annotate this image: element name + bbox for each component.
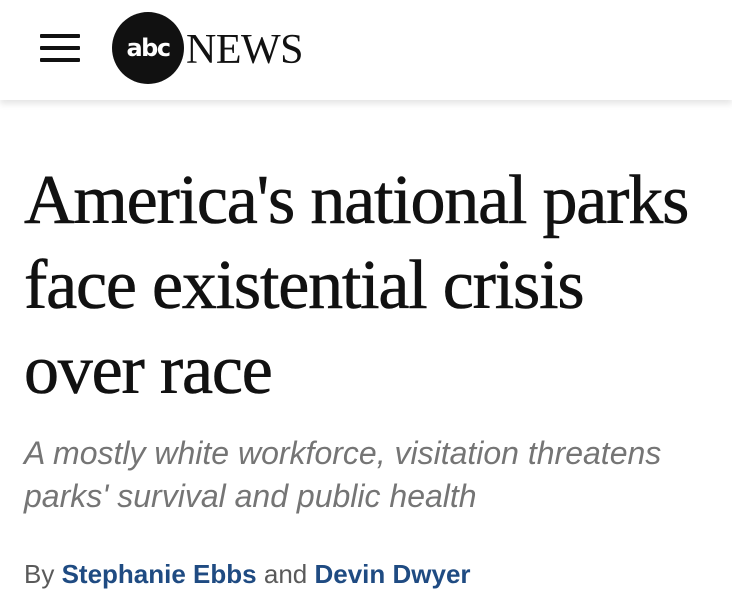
author-link-devin-dwyer[interactable]: Devin Dwyer (314, 559, 470, 589)
article-headline: America's national parks face existentia… (24, 162, 690, 410)
article-subheadline: A mostly white workforce, visitation thr… (24, 435, 662, 514)
hamburger-menu-icon[interactable] (40, 32, 80, 64)
byline-prefix: By (24, 559, 55, 589)
menu-line (40, 34, 80, 38)
byline-conjunction: and (263, 559, 308, 589)
byline: By Stephanie Ebbs and Devin Dwyer (24, 556, 714, 592)
site-header: abc NEWS (0, 0, 732, 100)
logo-wordmark: NEWS (186, 27, 304, 73)
menu-line (40, 58, 80, 62)
menu-line (40, 46, 80, 50)
abc-logo-circle: abc (112, 12, 184, 84)
article: America's national parks face existentia… (24, 158, 714, 592)
abc-news-logo[interactable]: abc NEWS (112, 11, 304, 85)
author-link-stephanie-ebbs[interactable]: Stephanie Ebbs (62, 559, 257, 589)
